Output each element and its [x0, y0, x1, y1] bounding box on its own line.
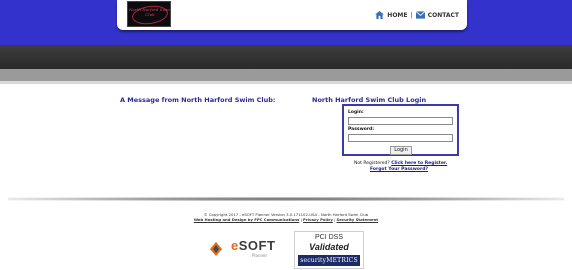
footer: © Copyright 2017 - eSOFT Planner Version…	[0, 212, 572, 222]
register-link[interactable]: Click here to Register.	[391, 161, 447, 166]
home-link[interactable]: HOME	[387, 12, 407, 19]
forgot-password-link[interactable]: Forgot Your Password?	[370, 167, 428, 172]
register-line: Not Registered? Click here to Register.	[354, 161, 447, 166]
esoft-sub: Planner	[252, 253, 268, 258]
not-registered-text: Not Registered?	[354, 161, 390, 166]
esoft-name: eSOFT	[231, 238, 276, 253]
footer-separator: |	[300, 217, 302, 222]
pci-brand: securityMETRICS	[298, 255, 360, 266]
sub-bar-line	[0, 81, 572, 84]
footer-links: Web Hosting and Design by FPC Communicat…	[0, 217, 572, 222]
home-icon	[375, 11, 385, 19]
login-form: Login: Password: Login	[342, 104, 459, 156]
site-logo[interactable]: North Harford Swim Club	[127, 1, 171, 27]
header-panel: North Harford Swim Club HOME | CONTACT	[117, 0, 467, 30]
privacy-link[interactable]: Privacy Policy	[303, 217, 333, 222]
hosting-link[interactable]: Web Hosting and Design by FPC Communicat…	[194, 217, 299, 222]
footer-separator: |	[334, 217, 336, 222]
mail-icon	[415, 11, 425, 19]
esoft-logo[interactable]: eSOFT Planner	[205, 238, 285, 259]
pci-line1: PCI DSS	[314, 234, 343, 241]
security-link[interactable]: Security Statement	[337, 217, 379, 222]
login-title: North Harford Swim Club Login	[312, 96, 427, 104]
pci-line2: Validated	[309, 242, 349, 252]
esoft-mark-icon	[210, 242, 222, 256]
nav-separator: |	[410, 11, 413, 19]
section-divider	[8, 197, 564, 201]
password-input[interactable]	[348, 134, 453, 142]
pci-badge[interactable]: PCI DSS Validated securityMETRICS	[294, 231, 364, 269]
login-label: Login:	[348, 110, 364, 115]
login-input[interactable]	[348, 117, 453, 125]
logo-text: North Harford Swim Club	[129, 7, 171, 17]
message-title: A Message from North Harford Swim Club:	[120, 96, 276, 104]
nav-bar-dark	[0, 45, 572, 69]
password-label: Password:	[348, 127, 375, 132]
contact-link[interactable]: CONTACT	[428, 12, 459, 19]
top-nav: HOME | CONTACT	[375, 11, 459, 19]
login-button[interactable]: Login	[390, 146, 412, 155]
sub-bar-gray	[0, 69, 572, 81]
